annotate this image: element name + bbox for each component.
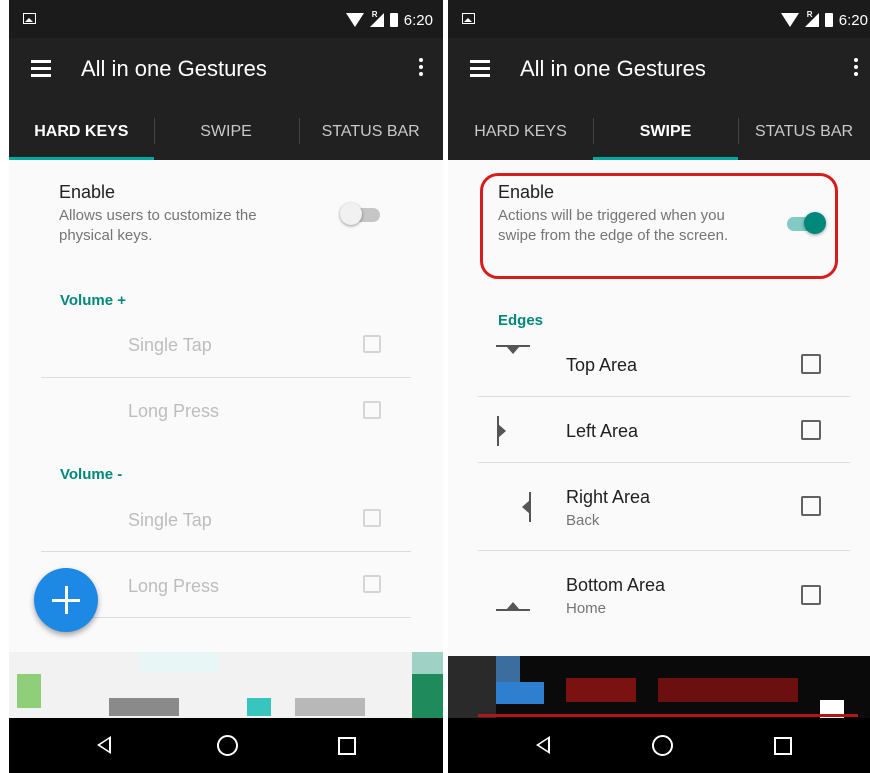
tab-status-bar[interactable]: STATUS BAR [298,100,443,160]
tab-swipe[interactable]: SWIPE [154,100,299,160]
tab-divider [593,118,594,144]
home-icon[interactable] [217,735,238,756]
overflow-menu-icon[interactable] [419,58,423,79]
home-icon[interactable] [652,735,673,756]
edge-sublabel-right: Back [566,512,600,529]
recent-apps-icon[interactable] [338,737,356,755]
tab-bar: HARD KEYS SWIPE STATUS BAR [9,100,443,160]
wifi-icon [780,13,799,27]
battery-icon [389,13,398,27]
checkbox-right-area[interactable] [801,496,821,516]
checkbox-volume-up-long-press[interactable] [363,401,381,419]
status-bar: R 6:20 [9,0,443,38]
tab-divider [299,118,300,144]
left-screen: R 6:20 All in one Gestures HARD KEYS SWI… [9,0,443,773]
status-bar: R 6:20 [448,0,870,38]
right-edge-icon [522,492,531,522]
battery-icon [824,13,833,27]
signal-icon: R [804,10,819,27]
section-label-edges: Edges [498,312,544,329]
app-title: All in one Gestures [81,56,267,81]
tab-status-bar[interactable]: STATUS BAR [738,100,870,160]
tab-divider [154,118,155,144]
section-label-volume-up: Volume + [60,292,126,309]
checkbox-volume-down-single-tap[interactable] [363,509,381,527]
enable-description: Allows users to customize the physical k… [59,207,257,244]
checkbox-volume-up-single-tap[interactable] [363,335,381,353]
app-title: All in one Gestures [520,56,706,81]
item-label: Single Tap [128,335,212,355]
edge-label-left: Left Area [566,421,639,441]
tab-swipe[interactable]: SWIPE [593,100,738,160]
navigation-bar [448,718,870,773]
tab-bar: HARD KEYS SWIPE STATUS BAR [448,100,870,160]
item-label: Long Press [128,401,220,421]
menu-icon[interactable] [31,60,51,77]
wifi-icon [345,13,364,27]
checkbox-top-area[interactable] [801,354,821,374]
status-time: 6:20 [403,11,433,29]
signal-icon: R [369,10,384,27]
navigation-bar [9,718,443,773]
toggle-knob [340,203,362,225]
tab-hard-keys[interactable]: HARD KEYS [9,100,154,160]
tab-hard-keys[interactable]: HARD KEYS [448,100,593,160]
item-label: Single Tap [128,510,212,530]
status-time: 6:20 [838,11,868,29]
divider [41,377,411,378]
menu-icon[interactable] [470,60,490,77]
section-label-volume-down: Volume - [60,466,123,483]
image-notification-icon [462,13,475,24]
right-screen: R 6:20 All in one Gestures HARD KEYS SWI… [448,0,870,773]
edge-label-top: Top Area [566,355,638,375]
divider [41,617,411,618]
divider [478,462,850,463]
enable-title: Enable [59,182,116,202]
back-icon[interactable] [536,736,550,754]
app-bar: All in one Gestures [9,38,443,100]
top-edge-icon [496,345,530,354]
checkbox-left-area[interactable] [801,420,821,440]
bottom-edge-icon [496,602,530,611]
checkbox-volume-down-long-press[interactable] [363,575,381,593]
ad-banner[interactable] [448,656,870,718]
enable-toggle[interactable] [340,203,380,225]
edge-label-bottom: Bottom Area [566,575,666,595]
divider [41,551,411,552]
divider [478,550,850,551]
left-edge-icon [497,416,506,446]
add-fab-button[interactable] [34,568,98,632]
app-bar: All in one Gestures [448,38,870,100]
tab-divider [738,118,739,144]
overflow-menu-icon[interactable] [854,58,858,79]
highlight-annotation [480,173,838,279]
screen-separator [443,0,448,773]
checkbox-bottom-area[interactable] [801,585,821,605]
recent-apps-icon[interactable] [774,737,792,755]
edge-label-right: Right Area [566,487,651,507]
divider [478,396,850,397]
ad-banner[interactable] [9,652,443,718]
image-notification-icon [23,13,36,24]
back-icon[interactable] [97,736,111,754]
item-label: Long Press [128,576,220,596]
edge-sublabel-bottom: Home [566,600,607,617]
